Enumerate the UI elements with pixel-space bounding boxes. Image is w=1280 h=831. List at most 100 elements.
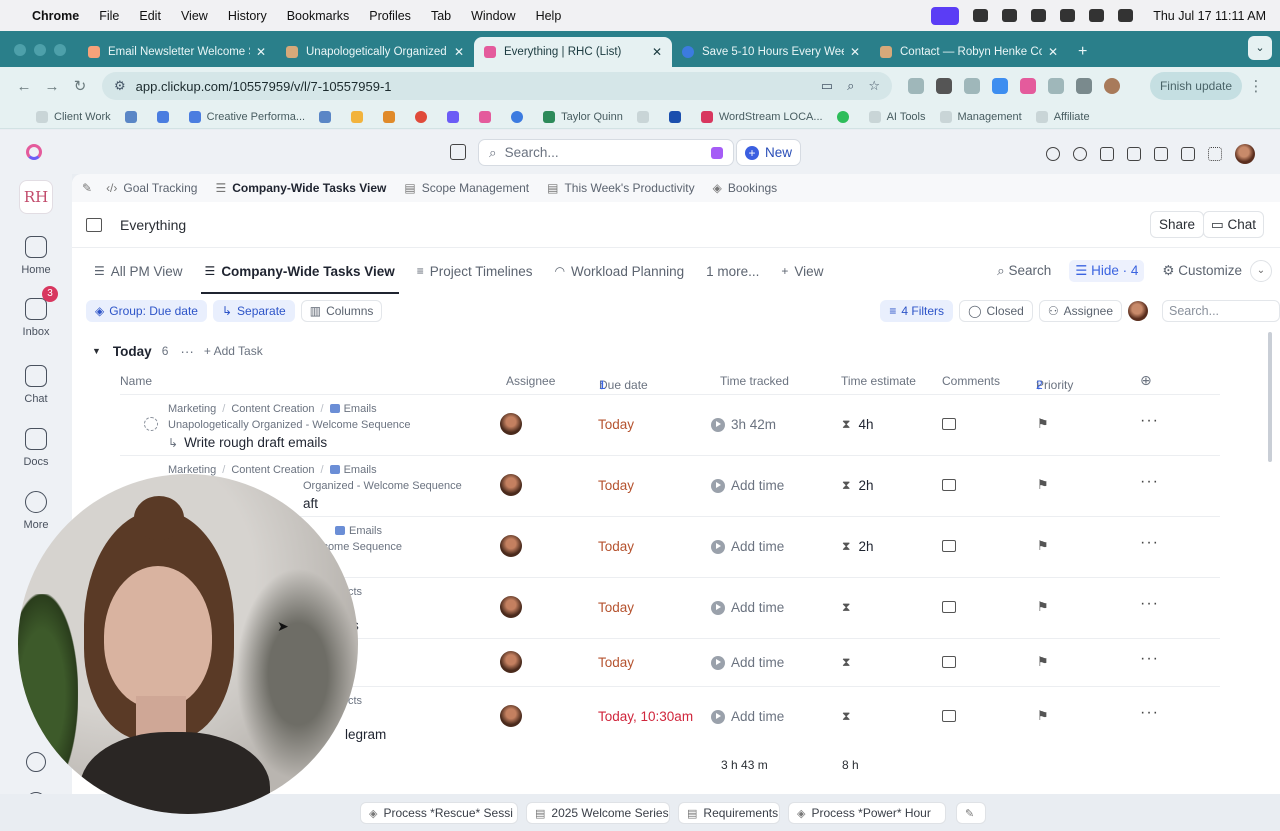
forward-arrow-icon[interactable]: →	[38, 78, 66, 95]
profile-icon[interactable]	[1104, 78, 1120, 94]
check-circle-icon[interactable]	[1046, 147, 1060, 161]
time-estimate[interactable]: ⧗ 4h	[842, 417, 873, 432]
bookmark[interactable]	[383, 110, 401, 123]
menu-file[interactable]: File	[99, 9, 119, 23]
calendar-icon[interactable]	[450, 144, 466, 160]
wifi-icon[interactable]	[1060, 9, 1076, 22]
extension-icon[interactable]	[992, 78, 1008, 94]
bookmark[interactable]	[479, 110, 497, 123]
tab-company-wide-tasks[interactable]: ☰ Company-Wide Tasks View	[200, 248, 399, 294]
bookmark[interactable]	[124, 110, 143, 123]
time-tracked[interactable]: Add time	[711, 600, 784, 615]
rail-home[interactable]: Home	[0, 236, 72, 276]
due-date[interactable]: Today	[598, 655, 634, 670]
extension-icon[interactable]	[908, 78, 924, 94]
rail-chat[interactable]: Chat	[0, 365, 72, 405]
favorite-bookings[interactable]: ◈ Bookings	[713, 181, 778, 195]
menu-profiles[interactable]: Profiles	[369, 9, 411, 23]
comment-icon[interactable]	[942, 479, 956, 491]
browser-tab[interactable]: Save 5-10 Hours Every Week ✕	[672, 37, 870, 67]
apps-grid-icon[interactable]	[1208, 147, 1222, 161]
time-estimate[interactable]: ⧗	[842, 709, 858, 724]
clipboard-icon[interactable]	[1100, 147, 1114, 161]
menu-edit[interactable]: Edit	[139, 9, 161, 23]
flag-icon[interactable]: ⚑	[1037, 477, 1049, 493]
tray-pin-button[interactable]: ✎	[956, 802, 986, 824]
bookmark[interactable]	[636, 110, 655, 123]
assignee-avatar[interactable]	[500, 474, 522, 496]
due-date[interactable]: Today	[598, 539, 634, 554]
spotlight-icon[interactable]	[1089, 9, 1105, 22]
window-minimize-button[interactable]	[34, 44, 46, 56]
page-title[interactable]: Everything	[120, 217, 186, 233]
menu-history[interactable]: History	[228, 9, 267, 23]
task-location[interactable]: Marketing / Content Creation / Emails	[168, 403, 377, 415]
bookmark[interactable]	[156, 110, 175, 123]
tray-item[interactable]: ◈ Process *Rescue* Sessi	[360, 802, 518, 824]
workspace-logo[interactable]: RH	[19, 180, 53, 214]
flag-icon[interactable]: ⚑	[1037, 416, 1049, 432]
doc-icon[interactable]	[1181, 147, 1195, 161]
tab-workload-planning[interactable]: ◠ Workload Planning	[551, 248, 689, 294]
ellipsis-icon[interactable]: ···	[1140, 534, 1159, 552]
ellipsis-icon[interactable]: ···	[1140, 704, 1159, 722]
bookmark[interactable]: Creative Performa...	[188, 110, 305, 123]
due-date[interactable]: Today	[598, 478, 634, 493]
ellipsis-icon[interactable]: ···	[180, 344, 194, 359]
time-estimate[interactable]: ⧗ 2h	[842, 539, 873, 554]
table-row[interactable]: Marketing / Content Creation / Emails Unapol…	[120, 394, 1220, 455]
me-avatar-filter[interactable]	[1128, 301, 1148, 321]
flag-icon[interactable]: ⚑	[1037, 708, 1049, 724]
global-search-input[interactable]: ⌕ Search...	[478, 139, 734, 166]
menu-bookmarks[interactable]: Bookmarks	[287, 9, 350, 23]
browser-tab[interactable]: Email Newsletter Welcome St ✕	[78, 37, 276, 67]
menubar-clock[interactable]: Thu Jul 17 11:11 AM	[1153, 9, 1266, 23]
comment-icon[interactable]	[942, 540, 956, 552]
time-tracked[interactable]: Add time	[711, 655, 784, 670]
time-estimate[interactable]: ⧗	[842, 655, 858, 670]
bookmark[interactable]	[351, 110, 369, 123]
ellipsis-icon[interactable]: ···	[1140, 650, 1159, 668]
col-time-estimate[interactable]: Time estimate	[841, 374, 916, 388]
col-time-tracked[interactable]: Time tracked	[720, 374, 789, 388]
notifications-icon[interactable]	[1073, 147, 1087, 161]
parent-task[interactable]: Unapologetically Organized - Welcome Seq…	[168, 419, 411, 431]
user-avatar[interactable]	[1235, 144, 1255, 164]
bookmark[interactable]	[668, 110, 687, 123]
time-tracked[interactable]: Add time	[711, 709, 784, 724]
due-date[interactable]: Today	[598, 600, 634, 615]
menu-tab[interactable]: Tab	[431, 9, 451, 23]
kebab-menu-icon[interactable]: ⋮	[1242, 77, 1270, 95]
task-name[interactable]: aft	[303, 496, 318, 511]
list-search-input[interactable]: Search...	[1162, 300, 1280, 322]
favorite-scope-management[interactable]: ▤ Scope Management	[404, 181, 529, 195]
puzzle-icon[interactable]	[1076, 78, 1092, 94]
subtasks-separate-button[interactable]: ↳ Separate	[212, 300, 295, 322]
menu-window[interactable]: Window	[471, 9, 515, 23]
task-location[interactable]: Emails	[335, 525, 382, 537]
group-name[interactable]: Today	[113, 344, 152, 359]
pin-icon[interactable]: ✎	[82, 181, 92, 195]
add-view-button[interactable]: + View	[777, 248, 827, 294]
browser-tab[interactable]: Unapologetically Organized - ✕	[276, 37, 474, 67]
task-name[interactable]: ↳ Write rough draft emails	[168, 435, 327, 450]
bookmark[interactable]	[319, 110, 337, 123]
screen-record-icon[interactable]	[931, 6, 960, 25]
window-close-button[interactable]	[14, 44, 26, 56]
new-tab-button[interactable]: +	[1068, 43, 1097, 67]
add-task-button[interactable]: + Add Task	[204, 344, 263, 358]
status-icon[interactable]	[973, 9, 989, 22]
back-arrow-icon[interactable]: ←	[10, 78, 38, 95]
bookmark[interactable]: Taylor Quinn	[543, 110, 623, 123]
favorite-goal-tracking[interactable]: ‹/› Goal Tracking	[106, 181, 197, 195]
closed-toggle[interactable]: ◯ Closed	[959, 300, 1033, 322]
bookmark[interactable]: WordStream LOCA...	[700, 110, 823, 123]
sidebar-toggle-icon[interactable]	[86, 217, 102, 232]
ellipsis-icon[interactable]: ···	[1140, 595, 1159, 613]
assignee-filter[interactable]: ⚇ Assignee	[1038, 300, 1122, 322]
close-icon[interactable]: ✕	[850, 45, 860, 59]
reload-icon[interactable]: ↻	[66, 77, 94, 95]
customize-button[interactable]: ⚙ Customize	[1162, 263, 1242, 279]
comment-icon[interactable]	[942, 710, 956, 722]
webcam-overlay[interactable]	[18, 474, 358, 814]
